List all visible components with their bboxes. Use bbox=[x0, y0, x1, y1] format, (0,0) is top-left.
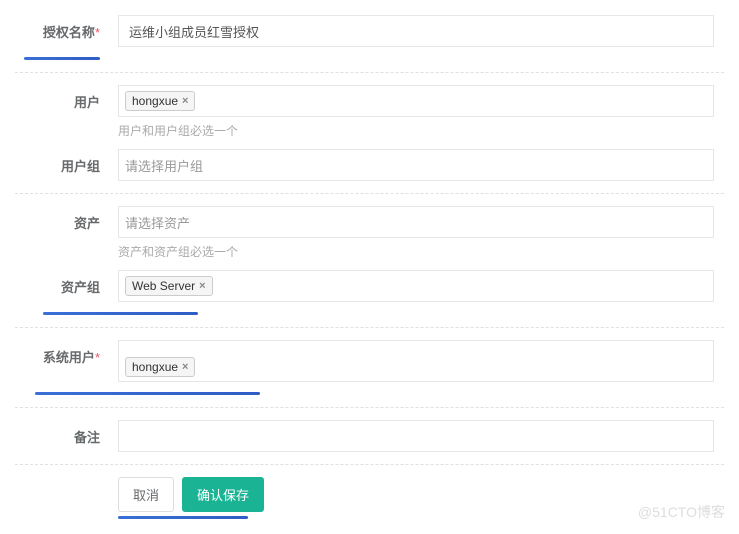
annotation-underline bbox=[24, 57, 100, 60]
user-tag-input[interactable]: hongxue × bbox=[118, 85, 714, 117]
asset-placeholder: 请选择资产 bbox=[125, 213, 190, 232]
remark-label: 备注 bbox=[15, 420, 100, 446]
cancel-button[interactable]: 取消 bbox=[118, 477, 174, 512]
divider bbox=[15, 193, 724, 194]
user-group-placeholder: 请选择用户组 bbox=[125, 156, 203, 175]
asset-group-tag-input[interactable]: Web Server × bbox=[118, 270, 714, 302]
user-help-text: 用户和用户组必选一个 bbox=[118, 122, 714, 139]
close-icon[interactable]: × bbox=[182, 95, 188, 107]
save-button[interactable]: 确认保存 bbox=[182, 477, 264, 512]
asset-help-text: 资产和资产组必选一个 bbox=[118, 243, 714, 260]
close-icon[interactable]: × bbox=[182, 361, 188, 373]
divider bbox=[15, 407, 724, 408]
asset-group-tag[interactable]: Web Server × bbox=[125, 276, 213, 296]
system-user-label: 系统用户* bbox=[15, 340, 100, 366]
asset-group-label: 资产组 bbox=[15, 270, 100, 296]
user-tag-text: hongxue bbox=[132, 94, 178, 108]
asset-label: 资产 bbox=[15, 206, 100, 232]
close-icon[interactable]: × bbox=[199, 280, 205, 292]
system-user-tag-input[interactable]: hongxue × bbox=[118, 340, 714, 382]
remark-input[interactable] bbox=[118, 420, 714, 452]
user-label: 用户 bbox=[15, 85, 100, 111]
annotation-underline bbox=[35, 392, 260, 395]
asset-group-tag-text: Web Server bbox=[132, 279, 195, 293]
user-group-label: 用户组 bbox=[15, 149, 100, 175]
divider bbox=[15, 72, 724, 73]
user-group-input[interactable]: 请选择用户组 bbox=[118, 149, 714, 181]
system-user-tag[interactable]: hongxue × bbox=[125, 357, 195, 377]
divider bbox=[15, 327, 724, 328]
auth-name-input[interactable] bbox=[118, 15, 714, 47]
annotation-underline bbox=[43, 312, 198, 315]
auth-name-label: 授权名称* bbox=[15, 15, 100, 41]
annotation-underline bbox=[118, 516, 248, 519]
divider bbox=[15, 464, 724, 465]
asset-input[interactable]: 请选择资产 bbox=[118, 206, 714, 238]
system-user-tag-text: hongxue bbox=[132, 360, 178, 374]
user-tag[interactable]: hongxue × bbox=[125, 91, 195, 111]
